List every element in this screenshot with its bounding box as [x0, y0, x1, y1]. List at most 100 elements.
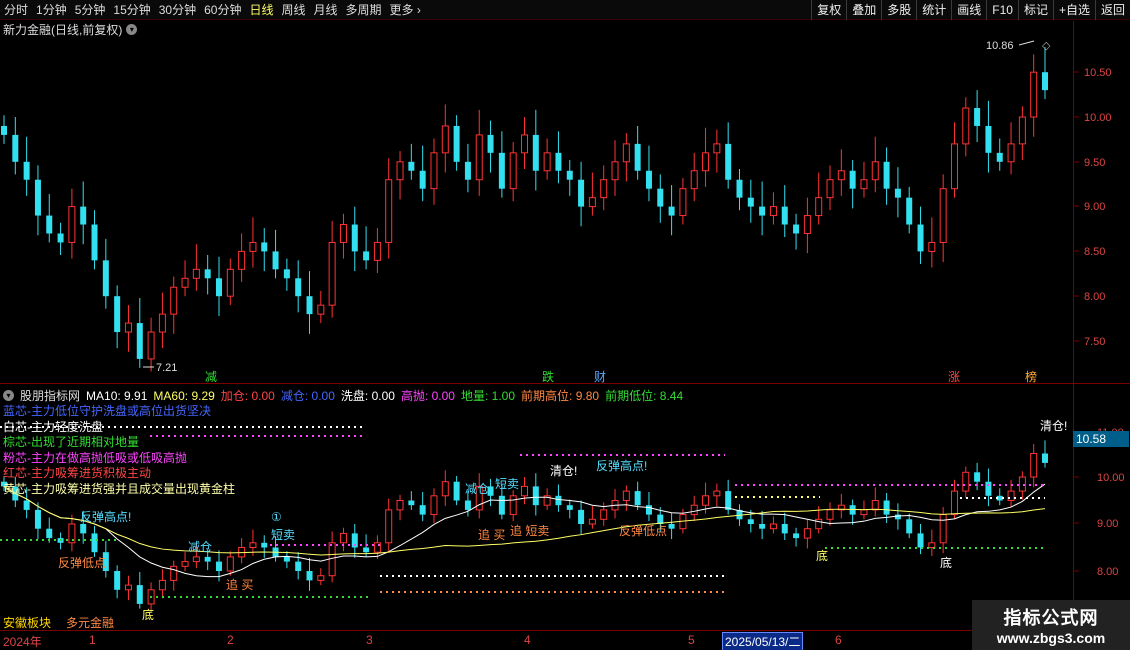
marker-list[interactable]: 榜: [1025, 369, 1037, 384]
axis-tick: 10.50: [1084, 67, 1112, 79]
diamond-icon[interactable]: ◇: [1042, 40, 1051, 52]
candle-body: [306, 571, 313, 581]
candle-body: [668, 524, 675, 529]
axis-tick: 10.00: [1097, 472, 1125, 484]
candle-body: [464, 161, 471, 180]
candle-body: [759, 206, 766, 216]
low-price-label: 7.21: [156, 362, 177, 374]
candle-body: [498, 152, 505, 189]
current-price-tag: 10.58: [1073, 431, 1129, 447]
candle-body: [295, 561, 302, 571]
candle-body: [532, 486, 539, 506]
candle-body: [272, 251, 279, 270]
signal-label: 追 短卖: [510, 523, 549, 538]
candle-body: [950, 143, 958, 190]
marker-finance[interactable]: 财: [594, 370, 606, 384]
signal-label: 底: [816, 548, 828, 563]
candle-body: [23, 161, 30, 180]
candle-body: [80, 524, 87, 534]
candle-body: [759, 524, 766, 529]
candle-body: [860, 179, 868, 190]
signal-label: 短卖: [271, 528, 295, 542]
candle-body: [566, 505, 573, 510]
chevron-down-icon[interactable]: ▾: [3, 390, 14, 401]
candle-body: [441, 125, 449, 154]
candle-body: [453, 125, 460, 162]
candle-body: [80, 206, 87, 225]
candle-body: [950, 490, 958, 516]
signal-label: 底: [940, 555, 952, 570]
candle-body: [226, 556, 234, 572]
candle-body: [543, 152, 551, 172]
candle-body: [793, 224, 800, 234]
candle-body: [690, 170, 698, 190]
candle-body: [1042, 453, 1048, 463]
main-candles: [1, 47, 1048, 372]
candle-body: [578, 509, 585, 524]
candle-body: [690, 504, 698, 516]
param-reduce: 减仓: 0.00: [281, 387, 335, 404]
legend-item-blue: 蓝芯-主力低位守护洗盘或高位出货坚决: [3, 404, 211, 418]
date-month: 6: [835, 633, 842, 647]
candle-body: [283, 556, 290, 562]
candle-body: [181, 561, 189, 567]
candle-body: [34, 509, 41, 529]
sector-tag[interactable]: 安徽板块: [3, 614, 51, 631]
candle-body: [634, 143, 641, 171]
candle-body: [102, 260, 109, 297]
candle-body: [521, 485, 528, 497]
candle-body: [600, 509, 608, 520]
date-month: 1: [89, 633, 96, 647]
candle-body: [34, 179, 41, 216]
candle-body: [803, 528, 811, 539]
axis-tick: 9.00: [1097, 518, 1118, 530]
candle-body: [1030, 453, 1038, 478]
candle-body: [509, 152, 517, 190]
param-prev-high: 前期高位: 9.80: [521, 387, 599, 404]
candle-body: [261, 242, 268, 252]
candle-body: [464, 500, 471, 510]
candle-body: [713, 143, 721, 154]
candle-body: [781, 524, 788, 534]
candle-body: [46, 528, 53, 539]
param-add: 加仓: 0.00: [221, 387, 275, 404]
candle-body: [136, 585, 143, 604]
candle-body: [906, 197, 913, 225]
candle-body: [826, 179, 834, 199]
candle-body: [894, 514, 901, 520]
candle-body: [860, 509, 868, 516]
candle-body: [555, 152, 562, 171]
kline-chart[interactable]: 10.50 10.00 9.50 9.00 8.50 8.00 7.50 11.…: [0, 0, 1130, 650]
candle-body: [679, 188, 687, 217]
marker-fall[interactable]: 跌: [542, 369, 554, 384]
signal-label: 清仓!: [1040, 419, 1067, 433]
indicator-params-bar: ▾ 股朋指标网 MA10: 9.91 MA60: 9.29 加仓: 0.00 减…: [3, 387, 683, 404]
candle-body: [215, 278, 222, 297]
indicator-name[interactable]: 股朋指标网: [20, 387, 80, 404]
candle-body: [363, 251, 370, 261]
candle-body: [192, 556, 200, 563]
candle-body: [1007, 490, 1015, 502]
candle-body: [509, 495, 517, 516]
param-value: 0.00: [371, 389, 395, 403]
marker-reduce[interactable]: 减: [205, 370, 217, 384]
candle-body: [430, 152, 438, 190]
param-value: 0.00: [431, 389, 455, 403]
candle-body: [962, 107, 970, 145]
marker-rise[interactable]: 涨: [948, 369, 960, 384]
candle-body: [317, 575, 325, 581]
axis-tick: 10.00: [1084, 112, 1112, 124]
candle-body: [261, 542, 268, 548]
candle-body: [181, 277, 189, 288]
signal-label: 反弹高点!: [80, 509, 131, 524]
candle-body: [622, 490, 630, 502]
candle-body: [906, 519, 913, 534]
candle-body: [170, 286, 178, 315]
indicator-price-axis: 11.00 10.00 9.00 8.00: [1097, 427, 1125, 578]
param-value: 8.44: [659, 389, 684, 403]
candle-body: [588, 518, 596, 525]
site-watermark: 指标公式网 www.zbgs3.com: [972, 600, 1130, 650]
signal-label: ①: [271, 510, 282, 524]
candle-body: [917, 533, 924, 548]
industry-tag[interactable]: 多元金融: [66, 614, 114, 631]
